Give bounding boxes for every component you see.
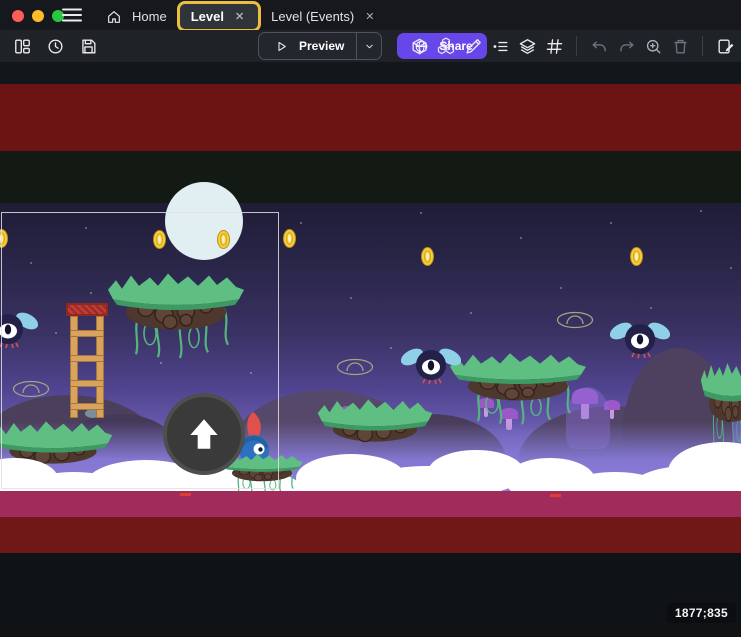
grid-icon[interactable] — [544, 36, 564, 56]
up-arrow-icon — [183, 413, 225, 455]
layers-icon[interactable] — [517, 36, 537, 56]
chevron-down-icon — [359, 36, 379, 56]
tab-bar: Home Level ✕ Level (Events) ✕ — [0, 0, 741, 30]
toolbar-left-group — [12, 30, 98, 62]
window-controls — [12, 10, 64, 22]
enemy-fly-sprite[interactable] — [401, 342, 461, 388]
zoom-in-icon[interactable] — [643, 36, 663, 56]
edit-pencil-icon[interactable] — [463, 36, 483, 56]
preview-dropdown-button[interactable] — [356, 33, 381, 59]
tab-level-events-label: Level (Events) — [271, 9, 354, 24]
coin-sprite[interactable] — [630, 247, 643, 266]
editor-toolbar: Preview Share — [0, 30, 741, 62]
scene-editor-canvas[interactable]: 1877;835 — [0, 62, 741, 637]
star — [300, 222, 302, 224]
toolbar-divider — [576, 36, 577, 56]
star — [470, 312, 472, 314]
tab-level-label: Level — [191, 9, 224, 24]
enemy-fly-sprite[interactable] — [610, 316, 670, 362]
preview-label: Preview — [299, 39, 344, 53]
star — [350, 297, 352, 299]
close-tab-icon[interactable]: ✕ — [232, 9, 247, 24]
star — [610, 222, 612, 224]
star — [560, 287, 562, 289]
platform-sprite[interactable] — [316, 392, 434, 444]
minimize-window-button[interactable] — [32, 10, 44, 22]
trash-icon[interactable] — [670, 36, 690, 56]
touch-up-button-sprite[interactable] — [163, 393, 245, 475]
star — [650, 307, 652, 309]
gdevelop-window: Home Level ✕ Level (Events) ✕ — [0, 0, 741, 637]
star — [700, 210, 702, 212]
history-icon[interactable] — [45, 36, 65, 56]
coin-sprite[interactable] — [283, 229, 296, 248]
menu-icon[interactable] — [62, 7, 82, 23]
play-icon — [271, 36, 291, 56]
origin-tick — [550, 494, 561, 497]
tab-level[interactable]: Level ✕ — [179, 3, 259, 30]
platform-sprite[interactable] — [700, 354, 741, 454]
undo-icon[interactable] — [589, 36, 609, 56]
tab-level-events[interactable]: Level (Events) ✕ — [259, 3, 389, 30]
coin-sprite[interactable] — [421, 247, 434, 266]
origin-tick — [180, 493, 191, 496]
tab-home[interactable]: Home — [92, 3, 179, 30]
star — [520, 237, 522, 239]
home-icon — [104, 7, 124, 27]
star — [420, 212, 422, 214]
platform-sprite[interactable] — [448, 346, 588, 426]
close-tab-icon[interactable]: ✕ — [362, 9, 377, 24]
objects-cube-icon[interactable] — [409, 36, 429, 56]
star — [390, 347, 392, 349]
scene-pink-ground-band[interactable] — [0, 491, 741, 517]
save-icon[interactable] — [78, 36, 98, 56]
object-groups-icon[interactable] — [436, 36, 456, 56]
cursor-coordinates-badge: 1877;835 — [667, 603, 736, 623]
toolbar-right-group — [409, 30, 735, 62]
scene-red-band-bottom[interactable] — [0, 517, 741, 553]
tab-strip: Home Level ✕ Level (Events) ✕ — [92, 0, 389, 30]
preview-button[interactable]: Preview — [258, 32, 382, 60]
instances-list-icon[interactable] — [490, 36, 510, 56]
close-window-button[interactable] — [12, 10, 24, 22]
events-edit-icon[interactable] — [715, 36, 735, 56]
ellipse-decor-sprite[interactable] — [336, 358, 374, 378]
redo-icon[interactable] — [616, 36, 636, 56]
tab-home-label: Home — [132, 9, 167, 24]
panels-icon[interactable] — [12, 36, 32, 56]
ellipse-decor-sprite[interactable] — [556, 311, 594, 331]
toolbar-divider — [702, 36, 703, 56]
star — [730, 267, 732, 269]
